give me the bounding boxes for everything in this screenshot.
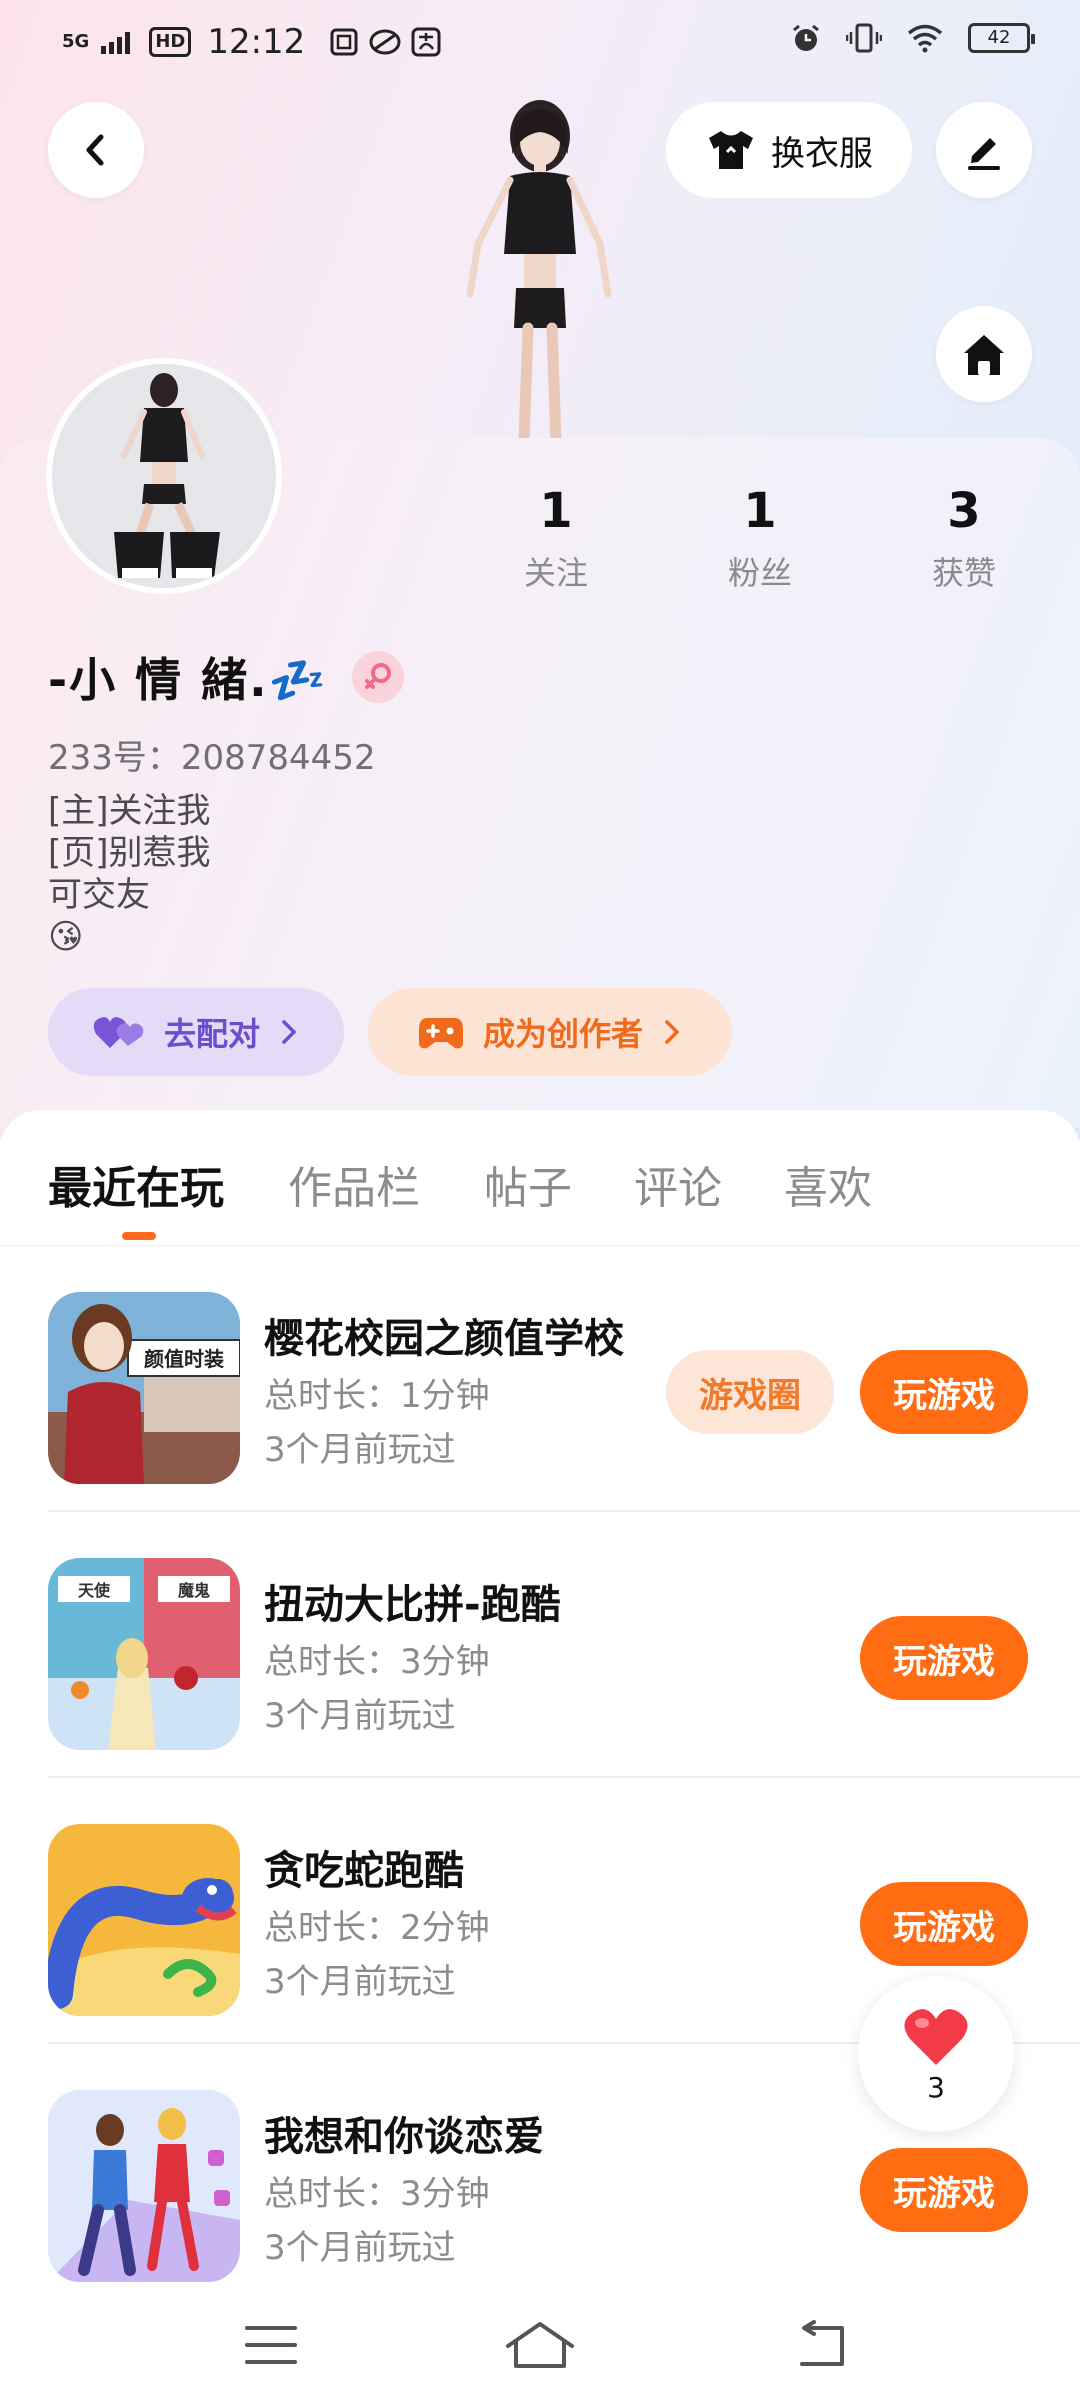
back-button[interactable] xyxy=(48,102,144,198)
game-last-played: 3个月前玩过 xyxy=(264,1962,456,2002)
change-outfit-label: 换衣服 xyxy=(771,133,873,174)
game-icon-twist-parkour: 天使 魔鬼 xyxy=(48,1558,240,1750)
stat-value: 1 xyxy=(743,483,777,539)
game-duration: 总时长：1分钟 xyxy=(264,1376,490,1416)
vibrate-icon xyxy=(846,23,882,53)
stat-following[interactable]: 1 关注 xyxy=(476,482,636,594)
shirt-icon xyxy=(709,131,753,169)
leaf-app-icon xyxy=(369,29,401,55)
home-nav-icon[interactable] xyxy=(504,2320,576,2370)
stat-value: 1 xyxy=(539,483,573,539)
game-title: 我想和你谈恋爱 xyxy=(264,2114,544,2160)
hd-badge: HD xyxy=(149,27,192,57)
game-last-played: 3个月前玩过 xyxy=(264,1430,456,1470)
match-button[interactable]: 去配对 xyxy=(48,988,344,1076)
tab-likes[interactable]: 喜欢 xyxy=(784,1152,872,1216)
game-title: 樱花校园之颜值学校 xyxy=(264,1316,624,1362)
list-item[interactable]: 颜值时装 樱花校园之颜值学校 总时长：1分钟 3个月前玩过 游戏圈 玩游戏 xyxy=(48,1246,1080,1512)
home-icon xyxy=(964,335,1004,375)
change-outfit-button[interactable]: 换衣服 xyxy=(666,102,912,198)
active-tab-indicator xyxy=(122,1232,156,1240)
svg-text:魔鬼: 魔鬼 xyxy=(178,1581,210,1600)
menu-icon[interactable] xyxy=(244,2320,298,2370)
chevron-right-icon xyxy=(282,1020,297,1044)
match-label: 去配对 xyxy=(163,1015,260,1053)
alipay-icon xyxy=(411,27,441,57)
edit-profile-button[interactable] xyxy=(936,102,1032,198)
stat-value: 3 xyxy=(947,483,981,539)
play-game-button[interactable]: 玩游戏 xyxy=(860,1616,1028,1700)
play-game-button[interactable]: 玩游戏 xyxy=(860,2148,1028,2232)
system-navigation-bar xyxy=(0,2290,1080,2408)
avatar-3d-model[interactable] xyxy=(430,84,650,440)
clock: 12:12 xyxy=(207,22,306,62)
network-label: 5G xyxy=(62,31,90,52)
floating-like-button[interactable]: 3 xyxy=(858,1976,1014,2132)
game-icon-romance xyxy=(48,2090,240,2282)
nickname-row: -小 情 緒.💤 xyxy=(48,644,404,710)
alarm-icon xyxy=(793,24,819,51)
game-icon-snake-parkour xyxy=(48,1824,240,2016)
chevron-left-icon xyxy=(86,134,104,166)
avatar[interactable] xyxy=(46,358,282,594)
signal-icon xyxy=(101,32,131,54)
game-title: 扭动大比拼-跑酷 xyxy=(264,1582,561,1628)
chevron-right-icon xyxy=(665,1020,680,1044)
nickname: -小 情 緒.💤 xyxy=(48,653,328,707)
tab-comments[interactable]: 评论 xyxy=(634,1152,722,1216)
become-creator-label: 成为创作者 xyxy=(482,1015,643,1053)
content-tabs: 最近在玩 作品栏 帖子 评论 喜欢 xyxy=(0,1110,1080,1246)
battery-indicator: 42 xyxy=(968,23,1035,53)
stat-label: 获赞 xyxy=(931,554,996,592)
bio-emoji: 😘 xyxy=(48,917,84,957)
bio-line: 可交友 xyxy=(48,875,150,915)
bio-line: [页]别惹我 xyxy=(48,833,211,873)
heart-icon xyxy=(904,2008,968,2065)
like-count: 3 xyxy=(927,2070,945,2104)
become-creator-button[interactable]: 成为创作者 xyxy=(368,988,732,1076)
tab-recent-played[interactable]: 最近在玩 xyxy=(48,1152,224,1216)
stat-likes[interactable]: 3 获赞 xyxy=(884,482,1044,594)
svg-text:颜值时装: 颜值时装 xyxy=(144,1347,224,1371)
status-bar: 5G HD 12:12 42 xyxy=(0,0,1080,84)
game-last-played: 3个月前玩过 xyxy=(264,1696,456,1736)
avatar-image xyxy=(52,364,276,588)
hearts-icon xyxy=(93,1017,144,1048)
game-icon-sakura-school: 颜值时装 xyxy=(48,1292,240,1484)
game-title: 贪吃蛇跑酷 xyxy=(264,1848,464,1894)
app-notification-icon xyxy=(330,28,358,56)
tab-posts[interactable]: 帖子 xyxy=(484,1152,572,1216)
list-item[interactable]: 天使 魔鬼 扭动大比拼-跑酷 总时长：3分钟 3个月前玩过 玩游戏 xyxy=(48,1512,1080,1778)
bio: [主]关注我 [页]别惹我 可交友 😘 xyxy=(48,790,211,958)
game-duration: 总时长：3分钟 xyxy=(264,2174,490,2214)
stat-label: 粉丝 xyxy=(727,554,792,592)
stat-followers[interactable]: 1 粉丝 xyxy=(680,482,840,594)
wifi-icon xyxy=(907,24,943,53)
play-game-button[interactable]: 玩游戏 xyxy=(860,1882,1028,1966)
game-circle-button[interactable]: 游戏圈 xyxy=(666,1350,834,1434)
battery-level: 42 xyxy=(987,27,1011,48)
game-duration: 总时长：2分钟 xyxy=(264,1908,490,1948)
svg-text:天使: 天使 xyxy=(78,1581,111,1600)
female-icon xyxy=(351,651,404,703)
home-button[interactable] xyxy=(936,306,1032,402)
tab-works[interactable]: 作品栏 xyxy=(288,1152,420,1216)
bio-line: [主]关注我 xyxy=(48,791,211,831)
back-nav-icon[interactable] xyxy=(794,2320,850,2370)
gamepad-icon xyxy=(418,1018,463,1049)
pencil-icon xyxy=(968,138,1000,170)
user-id: 233号：208784452 xyxy=(48,738,376,778)
game-last-played: 3个月前玩过 xyxy=(264,2228,456,2268)
play-game-button[interactable]: 玩游戏 xyxy=(860,1350,1028,1434)
stat-label: 关注 xyxy=(523,554,588,592)
game-duration: 总时长：3分钟 xyxy=(264,1642,490,1682)
